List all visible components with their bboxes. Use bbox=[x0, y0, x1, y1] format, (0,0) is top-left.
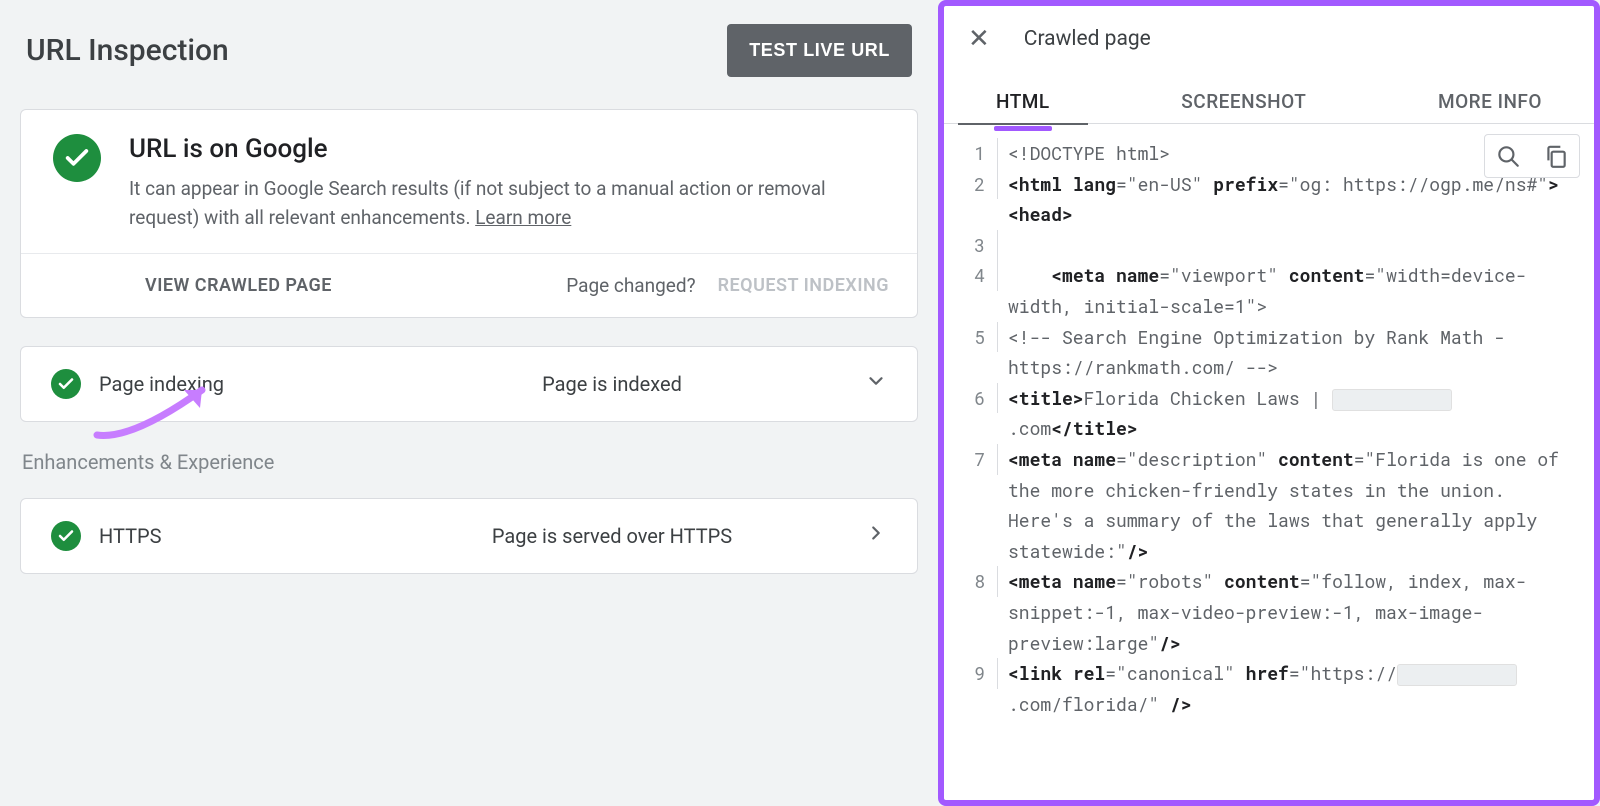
learn-more-link[interactable]: Learn more bbox=[475, 206, 571, 229]
chevron-right-icon bbox=[865, 522, 887, 550]
code-line: 6<title>Florida Chicken Laws | .com</tit… bbox=[944, 383, 1580, 444]
check-icon bbox=[51, 521, 81, 551]
tab-html[interactable]: HTML bbox=[994, 82, 1052, 123]
test-live-url-button[interactable]: TEST LIVE URL bbox=[727, 24, 912, 77]
view-crawled-page-button[interactable]: VIEW CRAWLED PAGE bbox=[145, 275, 332, 296]
status-heading: URL is on Google bbox=[129, 134, 889, 164]
status-description: It can appear in Google Search results (… bbox=[129, 174, 889, 233]
redacted-domain bbox=[1332, 389, 1452, 411]
main-panel: URL Inspection TEST LIVE URL URL is on G… bbox=[0, 0, 938, 806]
copy-icon[interactable] bbox=[1543, 143, 1569, 169]
header-row: URL Inspection TEST LIVE URL bbox=[16, 16, 922, 101]
code-line: 9<link rel="canonical" href="https://.co… bbox=[944, 658, 1580, 719]
close-icon[interactable]: ✕ bbox=[968, 24, 990, 54]
code-area: 1<!DOCTYPE html> 2<html lang="en-US" pre… bbox=[944, 124, 1594, 800]
page-indexing-row[interactable]: Page indexing Page is indexed bbox=[20, 346, 918, 422]
enhancements-heading: Enhancements & Experience bbox=[20, 450, 918, 474]
status-text: URL is on Google It can appear in Google… bbox=[129, 134, 889, 233]
page-title: URL Inspection bbox=[26, 33, 229, 68]
tabbar: HTML SCREENSHOT MORE INFO bbox=[944, 82, 1594, 124]
https-label: HTTPS bbox=[99, 524, 359, 548]
status-card: URL is on Google It can appear in Google… bbox=[20, 109, 918, 318]
https-row[interactable]: HTTPS Page is served over HTTPS bbox=[20, 498, 918, 574]
redacted-domain bbox=[1397, 664, 1517, 686]
status-actions: VIEW CRAWLED PAGE Page changed? REQUEST … bbox=[21, 254, 917, 317]
tab-more-info[interactable]: MORE INFO bbox=[1436, 82, 1544, 123]
page-changed-label: Page changed? bbox=[566, 274, 695, 297]
check-icon bbox=[53, 134, 101, 182]
crawled-page-title: Crawled page bbox=[1024, 27, 1151, 51]
search-icon[interactable] bbox=[1495, 143, 1521, 169]
code-line: 3 bbox=[944, 230, 1580, 261]
code-line: 4 <meta name="viewport" content="width=d… bbox=[944, 260, 1580, 321]
code-line: 8<meta name="robots" content="follow, in… bbox=[944, 566, 1580, 658]
https-value: Page is served over HTTPS bbox=[359, 524, 865, 548]
code-line: 2<html lang="en-US" prefix="og: https://… bbox=[944, 169, 1580, 230]
crawled-page-panel: ✕ Crawled page HTML SCREENSHOT MORE INFO… bbox=[938, 0, 1600, 806]
tab-screenshot[interactable]: SCREENSHOT bbox=[1179, 82, 1308, 123]
request-indexing-button[interactable]: REQUEST INDEXING bbox=[718, 275, 889, 296]
status-top: URL is on Google It can appear in Google… bbox=[21, 110, 917, 254]
code-line: 7<meta name="description" content="Flori… bbox=[944, 444, 1580, 566]
code-line: 5<!-- Search Engine Optimization by Rank… bbox=[944, 322, 1580, 383]
code-toolbar bbox=[1484, 134, 1580, 178]
page-indexing-label: Page indexing bbox=[99, 372, 359, 396]
check-icon bbox=[51, 369, 81, 399]
page-indexing-value: Page is indexed bbox=[359, 372, 865, 396]
right-header: ✕ Crawled page bbox=[944, 6, 1594, 62]
chevron-down-icon bbox=[865, 370, 887, 398]
